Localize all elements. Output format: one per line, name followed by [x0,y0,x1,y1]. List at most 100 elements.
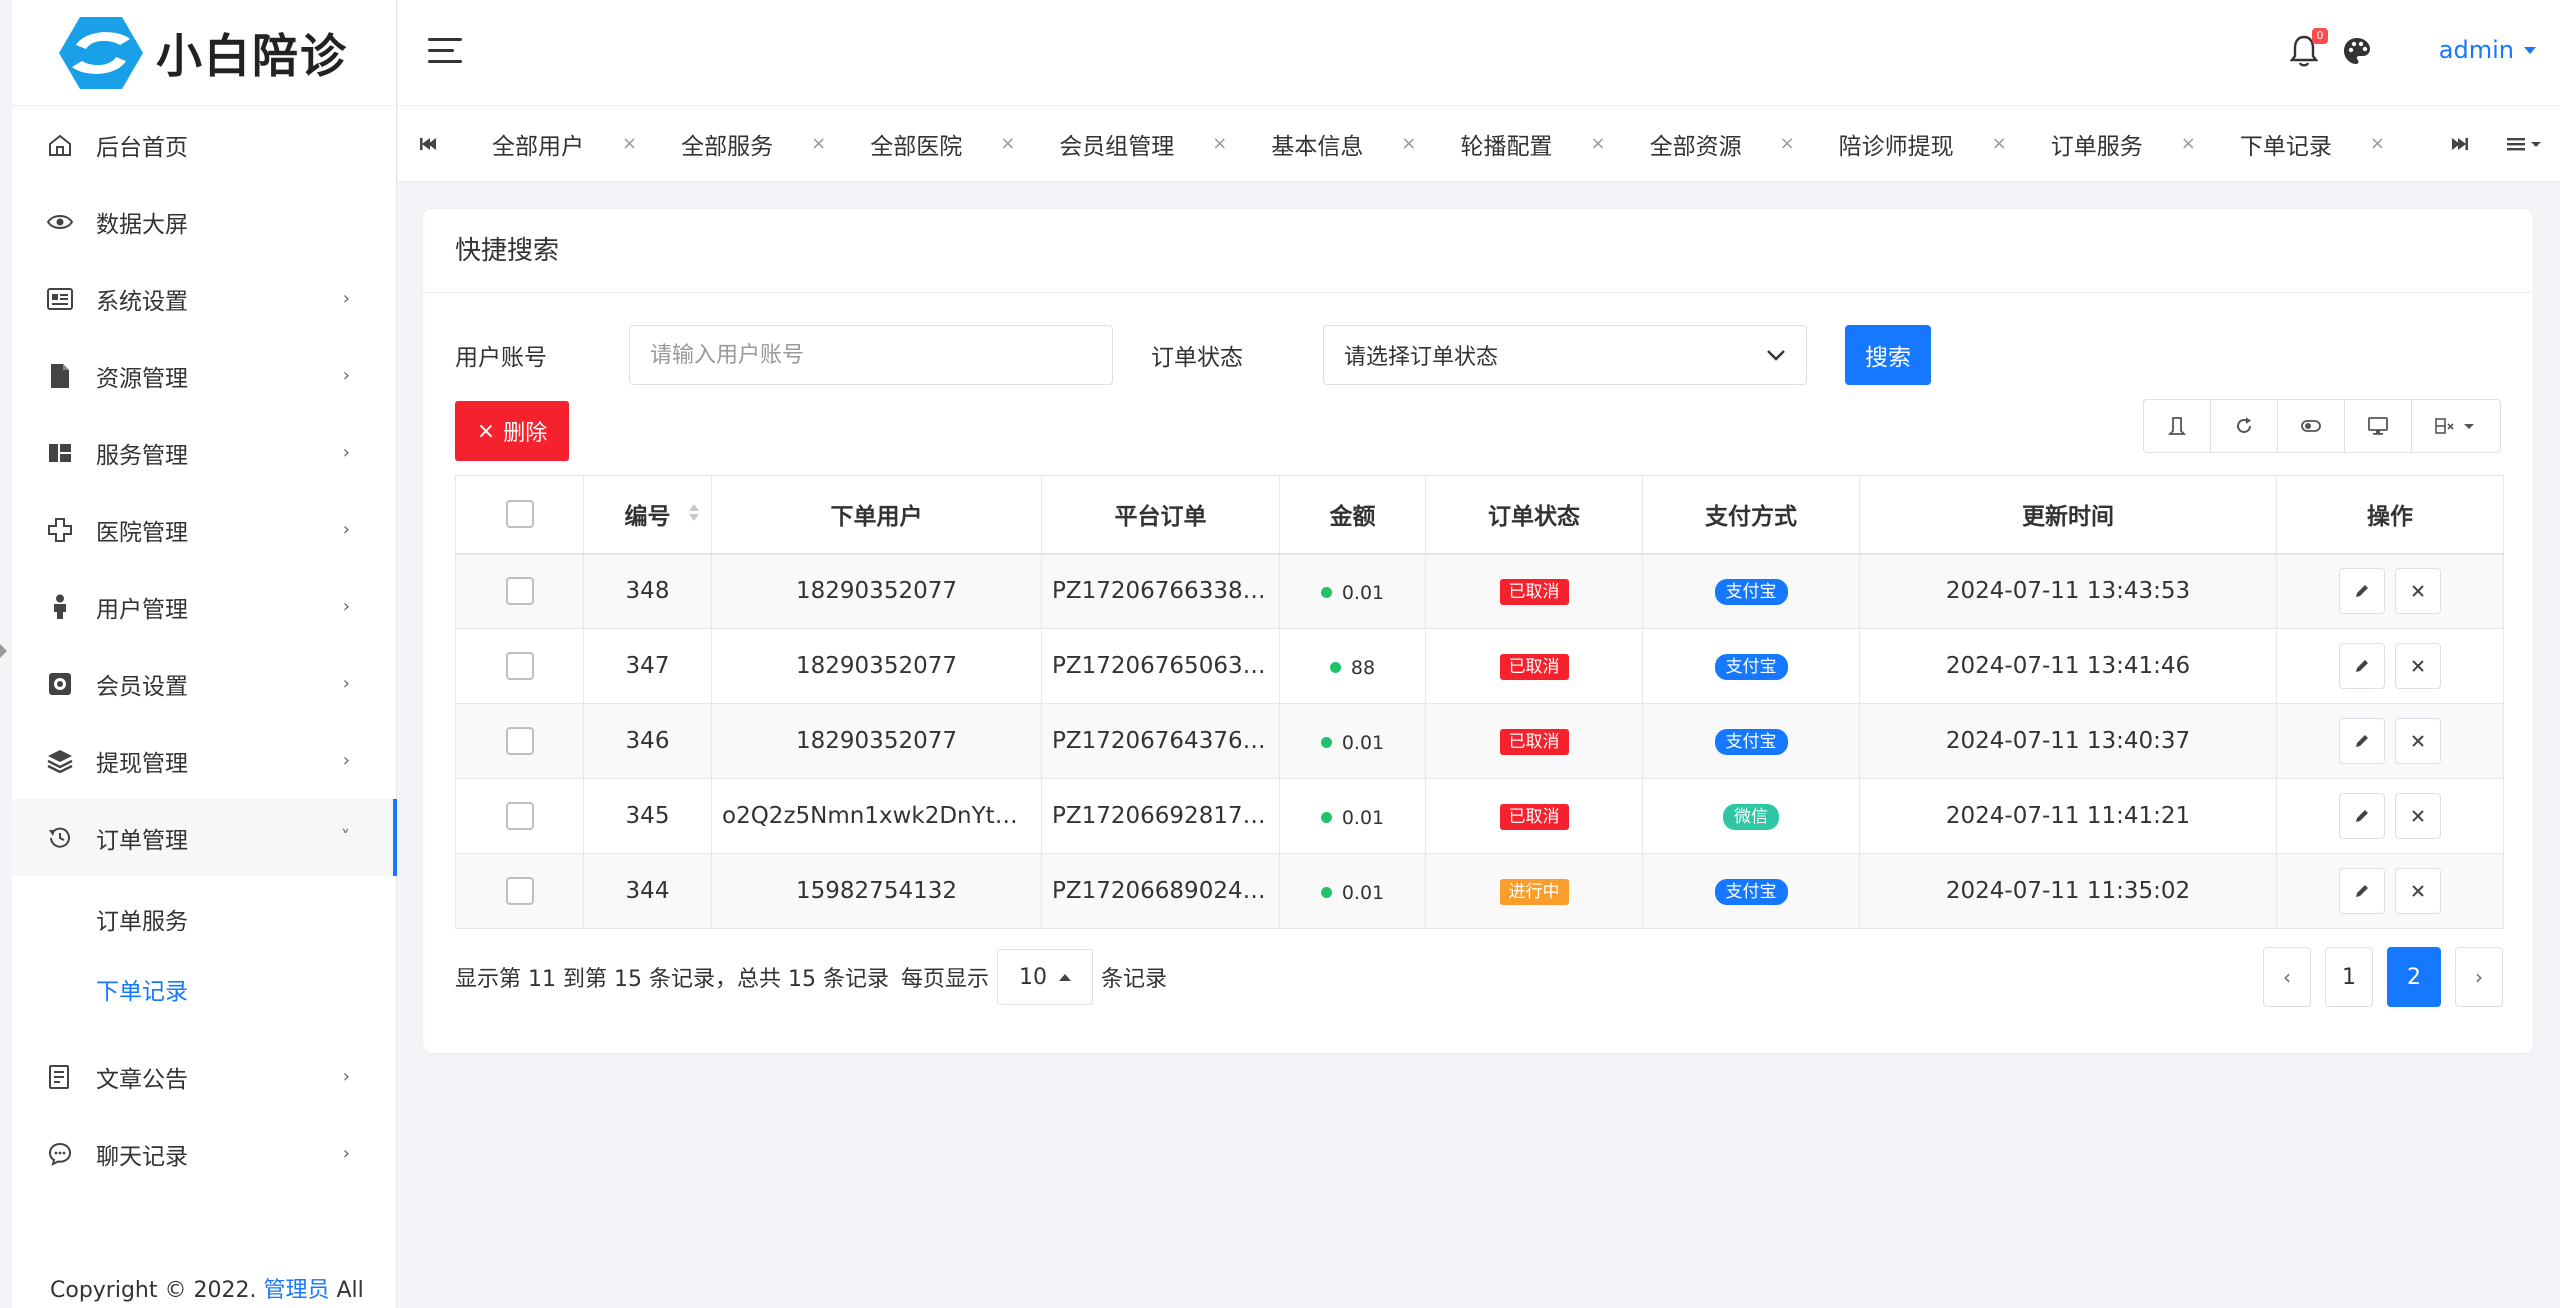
row-select-cell [455,628,584,704]
status-select[interactable]: 请选择订单状态 [1323,325,1807,385]
delete-row-button[interactable] [2395,793,2441,839]
close-icon[interactable]: × [2370,133,2395,154]
delete-row-button[interactable] [2395,643,2441,689]
tabs-scroll-right-button[interactable] [2430,106,2490,181]
pagination-info: 显示第 11 到第 15 条记录，总共 15 条记录 每页显示 10 条记录 [455,949,1167,1005]
brand-logo[interactable]: 小白陪诊 [12,0,396,106]
home-icon [46,131,74,159]
sidebar-item-9[interactable]: 订单管理 ˅ [12,799,397,876]
tab-label: 轮播配置 [1460,133,1553,160]
page-size-select[interactable]: 10 [996,949,1093,1005]
amount-value: 88 [1329,657,1375,679]
tabs-scroll-left-button[interactable] [398,106,458,181]
search-button[interactable]: 搜索 [1845,325,1931,385]
sidebar-item-5[interactable]: 医院管理 › [12,491,396,568]
per-page-label: 每页显示 [900,967,989,992]
close-icon[interactable]: × [622,133,647,154]
sidebar-item-10[interactable]: 文章公告 › [12,1038,396,1115]
tab-8[interactable]: 订单服务 × [2017,106,2206,181]
toggle-view-button[interactable] [2278,400,2345,452]
page-button-1[interactable]: 1 [2325,947,2373,1007]
tab-2[interactable]: 全部医院 × [836,106,1025,181]
close-icon[interactable]: × [1000,133,1025,154]
column-header-id[interactable]: 编号 [583,475,712,555]
tab-3[interactable]: 会员组管理 × [1025,106,1237,181]
cell-amount: 0.01 [1279,778,1426,854]
columns-button[interactable] [2412,400,2500,452]
copyright-link[interactable]: 管理员 [263,1278,329,1303]
delete-button[interactable]: × 删除 [455,401,569,461]
row-checkbox[interactable] [505,802,534,830]
user-dropdown[interactable]: admin [2439,36,2536,64]
close-icon[interactable]: × [1212,133,1237,154]
edit-button[interactable] [2339,868,2385,914]
close-icon[interactable]: × [1590,133,1615,154]
fullscreen-button[interactable] [2345,400,2412,452]
close-icon[interactable]: × [1401,133,1426,154]
edit-button[interactable] [2339,793,2385,839]
toggle-pagination-button[interactable] [2144,400,2211,452]
sidebar-item-7[interactable]: 会员设置 › [12,645,396,722]
edit-button[interactable] [2339,568,2385,615]
account-input[interactable] [629,325,1113,385]
page-button-2[interactable]: 2 [2387,947,2441,1007]
sidebar-item-3[interactable]: 资源管理 › [12,337,396,414]
tab-5[interactable]: 轮播配置 × [1426,106,1615,181]
close-icon[interactable]: × [1992,133,2017,154]
cell-time: 2024-07-11 13:41:46 [1859,628,2277,704]
submenu-item-0[interactable]: 订单服务 [12,884,396,954]
chevron-right-icon: › [342,442,350,463]
sidebar-item-label: 资源管理 [96,365,188,392]
edit-button[interactable] [2339,643,2385,689]
edit-button[interactable] [2339,718,2385,764]
sidebar-item-11[interactable]: 聊天记录 › [12,1115,396,1192]
next-page-button[interactable]: › [2455,947,2503,1007]
tab-1[interactable]: 全部服务 × [647,106,836,181]
select-all-cell [455,475,584,555]
tab-4[interactable]: 基本信息 × [1237,106,1426,181]
close-icon [2411,734,2425,748]
sort-icon[interactable] [689,504,699,521]
tabs-menu-button[interactable] [2490,106,2560,181]
cell-status: 已取消 [1425,553,1643,629]
sidebar-edge-toggle[interactable] [0,644,7,658]
sidebar-item-8[interactable]: 提现管理 › [12,722,396,799]
sidebar-item-label: 用户管理 [96,596,188,623]
sidebar-item-label: 系统设置 [96,288,188,315]
cell-payment: 支付宝 [1642,703,1860,779]
amount-value: 0.01 [1320,882,1384,904]
delete-row-button[interactable] [2395,568,2441,615]
submenu-item-1[interactable]: 下单记录 [12,954,396,1024]
close-icon[interactable]: × [2181,133,2206,154]
row-checkbox[interactable] [505,577,534,606]
row-checkbox[interactable] [505,727,534,755]
payment-badge: 支付宝 [1714,879,1788,905]
row-checkbox[interactable] [505,652,534,680]
payment-badge: 支付宝 [1714,579,1788,606]
tab-9[interactable]: 下单记录 × [2206,106,2395,181]
article-icon [46,1063,74,1091]
sidebar-item-4[interactable]: 服务管理 › [12,414,396,491]
sidebar-item-6[interactable]: 用户管理 › [12,568,396,645]
refresh-button[interactable] [2211,400,2278,452]
prev-page-button[interactable]: ‹ [2263,947,2311,1007]
close-icon[interactable]: × [1780,133,1805,154]
tab-6[interactable]: 全部资源 × [1616,106,1805,181]
status-badge: 已取消 [1499,729,1569,755]
row-checkbox[interactable] [505,877,534,905]
theme-button[interactable] [2342,36,2372,66]
sidebar-item-1[interactable]: 数据大屏 [12,183,396,260]
tab-7[interactable]: 陪诊师提现 × [1805,106,2017,181]
tab-0[interactable]: 全部用户 × [458,106,647,181]
notification-button[interactable]: 0 [2288,28,2328,68]
copyright: Copyright © 2022. 管理员 All [50,1274,380,1308]
close-icon[interactable]: × [811,133,836,154]
menu-toggle-button[interactable] [428,38,462,66]
delete-row-button[interactable] [2395,718,2441,764]
sidebar-item-0[interactable]: 后台首页 [12,106,396,183]
sidebar-item-2[interactable]: 系统设置 › [12,260,396,337]
select-all-checkbox[interactable] [505,500,534,529]
top-header: 0 admin [398,0,2560,106]
caret-up-icon [1058,973,1071,981]
delete-row-button[interactable] [2395,868,2441,914]
